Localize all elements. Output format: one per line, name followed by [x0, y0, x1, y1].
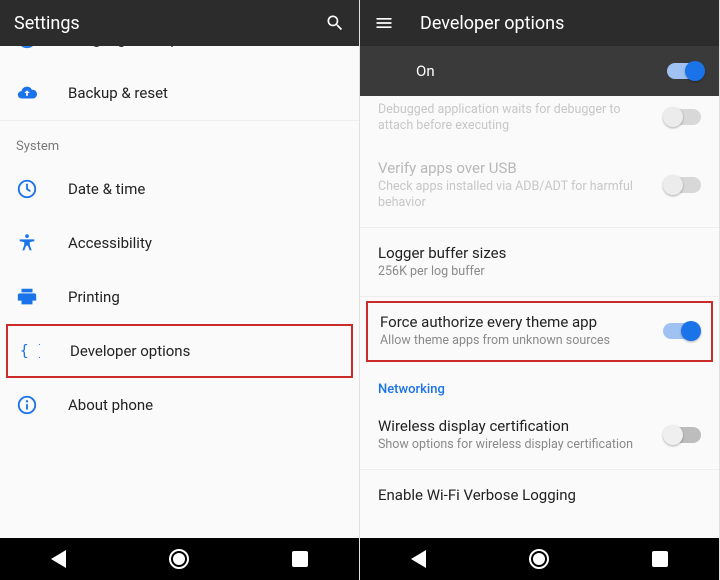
printer-icon — [16, 286, 68, 308]
item-label: Accessibility — [68, 234, 343, 252]
toggle-switch — [665, 177, 701, 193]
hamburger-icon[interactable] — [374, 13, 394, 33]
master-toggle-switch[interactable] — [667, 63, 703, 79]
braces-icon: { } — [18, 340, 70, 362]
nav-back-icon[interactable] — [411, 550, 426, 568]
dev-item-force-authorize[interactable]: Force authorize every theme app Allow th… — [368, 303, 711, 359]
nav-recents-icon[interactable] — [652, 551, 668, 567]
toggle-switch — [665, 109, 701, 125]
dev-item-wireless-cert[interactable]: Wireless display certification Show opti… — [360, 405, 719, 465]
setting-item-printing[interactable]: Printing — [0, 270, 359, 324]
info-icon — [16, 394, 68, 416]
item-label: Backup & reset — [68, 84, 343, 102]
nav-recents-icon[interactable] — [292, 551, 308, 567]
setting-item-backup[interactable]: Backup & reset — [0, 66, 359, 120]
divider — [360, 296, 719, 297]
highlight-box: Force authorize every theme app Allow th… — [366, 301, 713, 361]
master-toggle-bar[interactable]: On — [360, 46, 719, 96]
section-header-networking: Networking — [360, 364, 719, 405]
dev-item-verify-usb: Verify apps over USB Check apps installe… — [360, 147, 719, 224]
item-sub: 256K per log buffer — [378, 264, 693, 280]
toggle-switch[interactable] — [665, 427, 701, 443]
item-sub: Debugged application waits for debugger … — [378, 102, 657, 135]
appbar-title: Developer options — [420, 13, 705, 34]
setting-item-accessibility[interactable]: Accessibility — [0, 216, 359, 270]
dev-item-wait-debugger: Debugged application waits for debugger … — [360, 96, 719, 147]
cloud-upload-icon — [16, 82, 68, 104]
item-label: Printing — [68, 288, 343, 306]
dev-item-logger-buffer[interactable]: Logger buffer sizes 256K per log buffer — [360, 232, 719, 292]
toggle-switch[interactable] — [663, 323, 699, 339]
setting-item-date-time[interactable]: Date & time — [0, 162, 359, 216]
item-sub: Show options for wireless display certif… — [378, 437, 657, 453]
setting-item-about-phone[interactable]: About phone — [0, 378, 359, 432]
appbar-title: Settings — [14, 13, 325, 34]
item-label: Developer options — [70, 342, 341, 360]
clock-icon — [16, 178, 68, 200]
item-label: Languages & input — [68, 46, 343, 48]
item-sub: Allow theme apps from unknown sources — [380, 333, 655, 349]
divider — [360, 469, 719, 470]
settings-list[interactable]: Languages & input Backup & reset System … — [0, 46, 359, 538]
item-title: Force authorize every theme app — [380, 313, 655, 331]
nav-back-icon[interactable] — [51, 550, 66, 568]
right-screen: Developer options On Debugged applicatio… — [360, 0, 720, 580]
search-icon[interactable] — [325, 13, 345, 33]
item-label: Date & time — [68, 180, 343, 198]
item-sub: Check apps installed via ADB/ADT for har… — [378, 179, 657, 212]
master-toggle-label: On — [416, 62, 435, 80]
left-screen: Settings Languages & input Backup & rese… — [0, 0, 360, 580]
item-title: Logger buffer sizes — [378, 244, 693, 262]
item-title: Verify apps over USB — [378, 159, 657, 177]
accessibility-icon — [16, 232, 68, 254]
setting-item-languages[interactable]: Languages & input — [0, 46, 359, 66]
section-header-system: System — [0, 121, 359, 162]
android-navbar — [0, 538, 359, 580]
item-title: Wireless display certification — [378, 417, 657, 435]
setting-item-developer-options[interactable]: { } Developer options — [8, 326, 351, 376]
android-navbar — [360, 538, 719, 580]
svg-text:{ }: { } — [20, 343, 40, 360]
nav-home-icon[interactable] — [529, 549, 549, 569]
item-title: Enable Wi-Fi Verbose Logging — [378, 486, 693, 504]
developer-list[interactable]: Debugged application waits for debugger … — [360, 96, 719, 538]
globe-icon — [16, 46, 68, 50]
divider — [360, 227, 719, 228]
highlight-box: { } Developer options — [6, 324, 353, 378]
item-label: About phone — [68, 396, 343, 414]
dev-item-wifi-verbose[interactable]: Enable Wi-Fi Verbose Logging — [360, 474, 719, 516]
appbar-developer: Developer options — [360, 0, 719, 46]
nav-home-icon[interactable] — [169, 549, 189, 569]
appbar-settings: Settings — [0, 0, 359, 46]
